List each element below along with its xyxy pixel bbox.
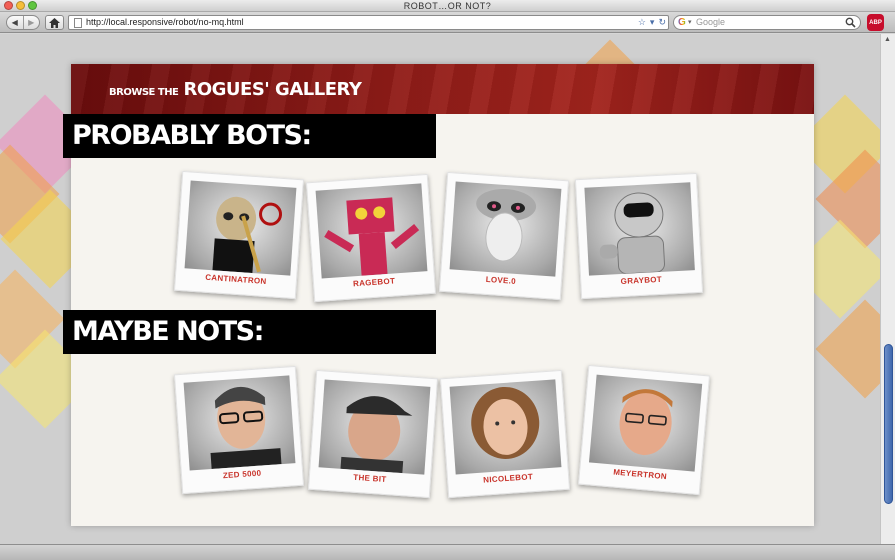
- robot-photo: [184, 180, 297, 276]
- person-photo: [183, 375, 296, 471]
- engine-dropdown-icon[interactable]: ▾: [688, 16, 692, 29]
- status-bar: [0, 544, 895, 560]
- reload-icon[interactable]: ↻: [658, 16, 666, 29]
- banner-heading: ROGUES' GALLERY: [183, 79, 362, 100]
- window-titlebar: ROBOT…OR NOT?: [0, 0, 895, 12]
- scroll-up-icon[interactable]: ▲: [884, 36, 891, 43]
- banner-title: BROWSE THE ROGUES' GALLERY: [109, 79, 362, 100]
- gallery-card[interactable]: MEYERTRON: [578, 364, 710, 496]
- gallery-card[interactable]: LOVE.0: [438, 171, 570, 301]
- decor-diamond: [815, 299, 880, 399]
- dropdown-arrow-icon[interactable]: ▾: [650, 16, 655, 29]
- robot-photo: [584, 182, 695, 276]
- search-bar[interactable]: G ▾ Google: [673, 15, 861, 30]
- robot-photo: [315, 183, 428, 279]
- window-title: ROBOT…OR NOT?: [403, 1, 492, 11]
- forward-button[interactable]: ▶: [22, 16, 40, 29]
- browser-toolbar: ◀ ▶ http://local.responsive/robot/no-mq.…: [0, 12, 895, 33]
- banner-prefix: BROWSE THE: [109, 87, 179, 98]
- scrollbar-thumb[interactable]: [884, 344, 893, 504]
- bookmark-star-icon[interactable]: ☆: [638, 16, 646, 29]
- gallery-card[interactable]: CANTINATRON: [173, 170, 305, 300]
- adblock-button[interactable]: ABP: [867, 14, 884, 31]
- person-photo: [588, 374, 703, 472]
- person-photo: [318, 379, 431, 475]
- page-icon: [74, 18, 82, 28]
- gallery-card[interactable]: THE BIT: [307, 369, 439, 499]
- address-controls: ☆ ▾ ↻: [638, 16, 666, 29]
- gallery-card[interactable]: RAGEBOT: [305, 173, 437, 303]
- home-icon: [49, 17, 60, 28]
- home-button[interactable]: [45, 15, 64, 30]
- person-photo: [449, 379, 562, 475]
- google-logo-icon[interactable]: G: [678, 17, 686, 28]
- robot-photo: [449, 181, 562, 277]
- address-text[interactable]: http://local.responsive/robot/no-mq.html: [86, 16, 244, 29]
- gallery-card[interactable]: NICOLEBOT: [439, 369, 571, 499]
- address-bar[interactable]: http://local.responsive/robot/no-mq.html…: [68, 15, 669, 30]
- section-heading-bots: PROBABLY BOTS:: [63, 114, 436, 158]
- back-button[interactable]: ◀: [7, 16, 23, 29]
- gallery-card[interactable]: GRAYBOT: [574, 172, 704, 300]
- section-heading-humans: MAYBE NOTS:: [63, 310, 436, 354]
- gallery-card[interactable]: ZED 5000: [173, 365, 305, 495]
- history-nav: ◀ ▶: [6, 15, 40, 30]
- vertical-scrollbar[interactable]: ▲: [880, 34, 895, 544]
- search-input[interactable]: Google: [696, 16, 725, 29]
- gallery-banner: BROWSE THE ROGUES' GALLERY: [71, 64, 814, 114]
- search-icon[interactable]: [845, 17, 856, 28]
